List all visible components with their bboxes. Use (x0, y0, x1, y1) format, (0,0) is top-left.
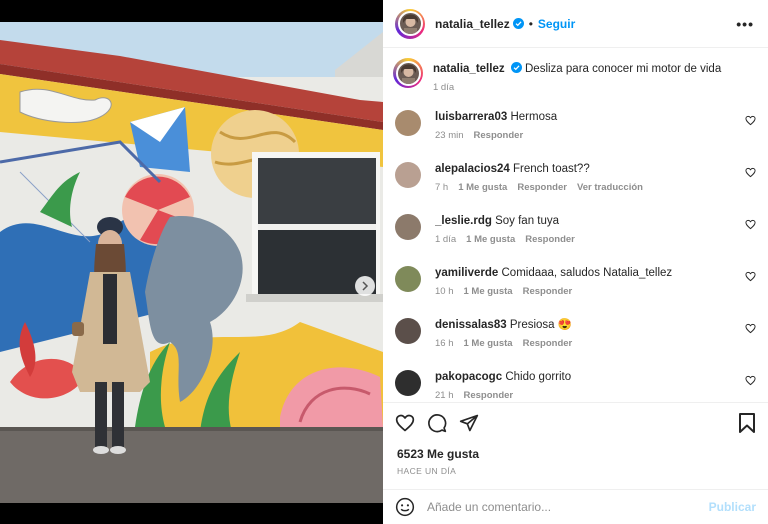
commenter-avatar[interactable] (395, 266, 421, 292)
commenter-avatar[interactable] (395, 318, 421, 344)
comment-row: pakopacogc Chido gorrito 21 h Responder (395, 370, 760, 401)
post-timestamp: HACE UN DÍA (397, 466, 457, 476)
post-header: natalia_tellez • Seguir ••• (383, 0, 768, 48)
chevron-right-icon (362, 281, 369, 291)
see-translation-button[interactable]: Ver traducción (577, 182, 643, 193)
comment-like-count[interactable]: 1 Me gusta (464, 286, 513, 297)
verified-badge-icon (512, 18, 524, 29)
comment-time: 21 h (435, 390, 454, 401)
header-separator: • (528, 16, 533, 31)
comment-username[interactable]: yamiliverde (435, 267, 498, 279)
mural-photo (0, 22, 383, 503)
author-avatar[interactable] (395, 8, 425, 39)
comment-row: yamiliverde Comidaaa, saludos Natalia_te… (395, 266, 760, 297)
commenter-avatar[interactable] (395, 162, 421, 188)
post-actions: 6523 Me gusta HACE UN DÍA (383, 402, 768, 488)
comment-icon[interactable] (427, 413, 447, 433)
comment-row: denissalas83 Presiosa 😍 16 h 1 Me gusta Re… (395, 318, 760, 349)
comment-text: Chido gorrito (505, 371, 572, 383)
caption-text: Desliza para conocer mi motor de vida (525, 63, 722, 75)
post-photo[interactable] (0, 22, 383, 503)
heart-icon[interactable] (395, 413, 415, 433)
comment-text: Comidaaa, saludos Natalia_tellez (501, 267, 673, 279)
reply-button[interactable]: Responder (474, 130, 524, 141)
author-username[interactable]: natalia_tellez (435, 17, 510, 31)
reply-button[interactable]: Responder (523, 338, 573, 349)
instagram-post-modal: natalia_tellez • Seguir ••• natalia_tell… (0, 0, 768, 524)
comment-text: Hermosa (510, 111, 558, 123)
caption-username[interactable]: natalia_tellez (433, 63, 505, 75)
commenter-avatar[interactable] (395, 110, 421, 136)
comment-like-count[interactable]: 1 Me gusta (466, 234, 515, 245)
comment-text: Presiosa 😍 (509, 319, 573, 331)
emoji-icon[interactable] (395, 497, 415, 517)
verified-badge-icon (510, 62, 522, 73)
reply-button[interactable]: Responder (525, 234, 575, 245)
reply-button[interactable]: Responder (517, 182, 567, 193)
comment-row: alepalacios24 French toast?? 7 h 1 Me gus… (395, 162, 760, 193)
comment-username[interactable]: _leslie.rdg (435, 215, 492, 227)
comment-like-heart-icon[interactable] (745, 219, 756, 230)
likes-count[interactable]: 6523 Me gusta (397, 447, 479, 461)
post-side-panel: natalia_tellez • Seguir ••• natalia_tell… (383, 0, 768, 524)
comment-like-heart-icon[interactable] (745, 375, 756, 386)
comment-like-heart-icon[interactable] (745, 323, 756, 334)
commenter-avatar[interactable] (395, 370, 421, 396)
caption-row: natalia_tellez Desliza para conocer mi m… (393, 58, 760, 93)
comment-input[interactable] (427, 500, 687, 514)
comment-row: luisbarrera03 Hermosa 23 min Responder (395, 110, 760, 141)
comment-like-heart-icon[interactable] (745, 167, 756, 178)
comment-time: 10 h (435, 286, 454, 297)
comment-time: 23 min (435, 130, 464, 141)
bookmark-icon[interactable] (738, 413, 756, 433)
comment-time: 7 h (435, 182, 449, 193)
commenter-avatar[interactable] (395, 214, 421, 240)
more-options-button[interactable]: ••• (736, 16, 754, 32)
comment-text: French toast?? (513, 163, 590, 175)
comment-username[interactable]: luisbarrera03 (435, 111, 507, 123)
caption-avatar[interactable] (393, 58, 423, 88)
comments-list[interactable]: natalia_tellez Desliza para conocer mi m… (383, 48, 768, 402)
comment-username[interactable]: alepalacios24 (435, 163, 510, 175)
comment-like-count[interactable]: 1 Me gusta (458, 182, 507, 193)
follow-button[interactable]: Seguir (538, 17, 575, 31)
comment-like-heart-icon[interactable] (745, 271, 756, 282)
reply-button[interactable]: Responder (464, 390, 514, 401)
caption-time: 1 día (433, 82, 455, 93)
comment-composer: Publicar (383, 489, 768, 524)
comment-like-heart-icon[interactable] (745, 115, 756, 126)
carousel-next-button[interactable] (355, 276, 375, 296)
publish-button[interactable]: Publicar (709, 500, 756, 514)
reply-button[interactable]: Responder (523, 286, 573, 297)
comment-row: _leslie.rdg Soy fan tuya 1 día 1 Me gusta… (395, 214, 760, 245)
paper-plane-icon[interactable] (459, 413, 479, 433)
comment-username[interactable]: denissalas83 (435, 319, 507, 331)
comment-like-count[interactable]: 1 Me gusta (464, 338, 513, 349)
comment-time: 1 día (435, 234, 457, 245)
comment-username[interactable]: pakopacogc (435, 371, 502, 383)
comment-time: 16 h (435, 338, 454, 349)
comment-text: Soy fan tuya (495, 215, 560, 227)
